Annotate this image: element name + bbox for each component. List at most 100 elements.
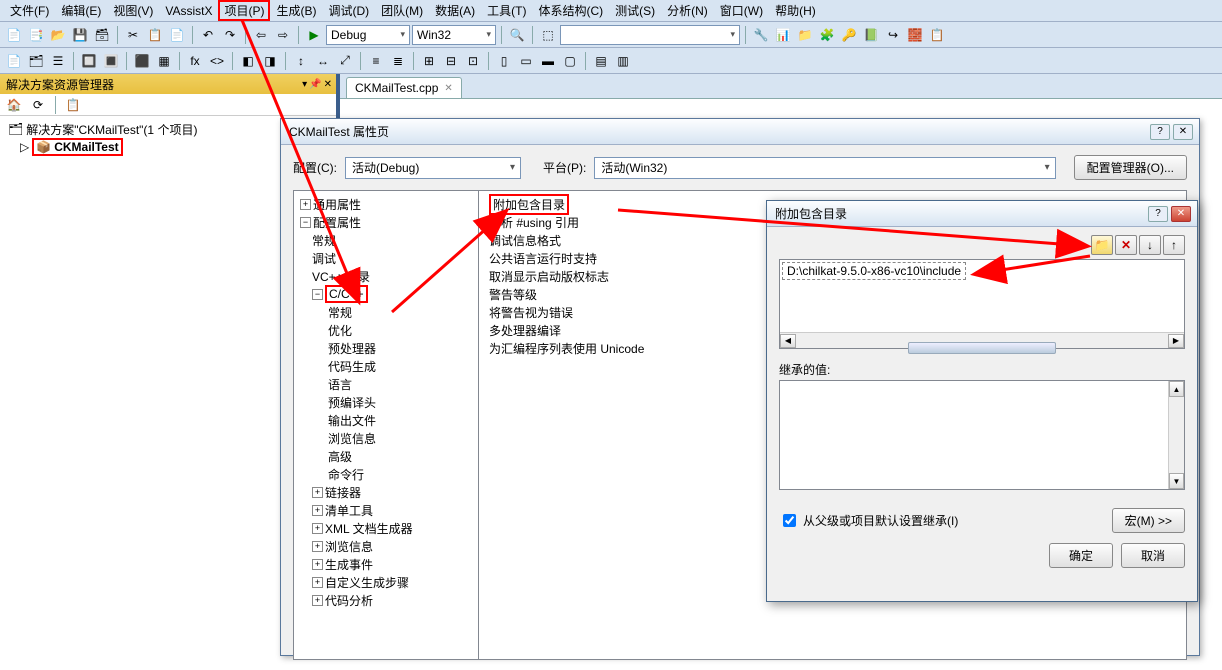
- tree-ccpp-browse[interactable]: 浏览信息: [294, 429, 478, 447]
- t2-t[interactable]: ▯: [494, 51, 514, 71]
- panel-dropdown-icon[interactable]: ▾: [302, 79, 307, 90]
- tree-build[interactable]: +生成事件: [294, 555, 478, 573]
- menu-team[interactable]: 团队(M): [375, 0, 429, 21]
- scroll-down-icon[interactable]: ▼: [1169, 473, 1184, 489]
- v-scrollbar[interactable]: ▲ ▼: [1168, 381, 1184, 489]
- t2-m[interactable]: ↔: [313, 51, 333, 71]
- tool-btn-d[interactable]: 🧩: [817, 25, 837, 45]
- incdlg-help-button[interactable]: ?: [1148, 206, 1168, 222]
- add-item-button[interactable]: 📑: [26, 25, 46, 45]
- new-folder-button[interactable]: 📁: [1091, 235, 1113, 255]
- incdlg-close-button[interactable]: ✕: [1171, 206, 1191, 222]
- tree-ccpp-lang[interactable]: 语言: [294, 375, 478, 393]
- cut-button[interactable]: ✂: [123, 25, 143, 45]
- t2-k[interactable]: ◨: [260, 51, 280, 71]
- menu-debug[interactable]: 调试(D): [322, 0, 375, 21]
- close-icon[interactable]: ✕: [444, 83, 452, 94]
- tree-vcpp-dirs[interactable]: VC++ 目录: [294, 267, 478, 285]
- tool-btn-b[interactable]: 📊: [773, 25, 793, 45]
- tool-btn-f[interactable]: 📗: [861, 25, 881, 45]
- tool-btn-a[interactable]: 🔧: [751, 25, 771, 45]
- menu-tools[interactable]: 工具(T): [481, 0, 532, 21]
- cancel-button[interactable]: 取消: [1121, 543, 1185, 568]
- t2-j[interactable]: ◧: [238, 51, 258, 71]
- tree-ccpp-output[interactable]: 输出文件: [294, 411, 478, 429]
- tree-general[interactable]: 常规: [294, 231, 478, 249]
- t2-u[interactable]: ▭: [516, 51, 536, 71]
- t2-n[interactable]: ⤢: [335, 51, 355, 71]
- tool-btn-c[interactable]: 📁: [795, 25, 815, 45]
- t2-b[interactable]: 🗂: [26, 51, 46, 71]
- tree-ccpp-general[interactable]: 常规: [294, 303, 478, 321]
- panel-close-icon[interactable]: ✕: [324, 79, 332, 90]
- tool-btn-g[interactable]: ↪: [883, 25, 903, 45]
- menu-help[interactable]: 帮助(H): [769, 0, 822, 21]
- scroll-left-icon[interactable]: ◀: [780, 334, 796, 348]
- open-button[interactable]: 📂: [48, 25, 68, 45]
- menu-data[interactable]: 数据(A): [429, 0, 481, 21]
- move-down-button[interactable]: ↓: [1139, 235, 1161, 255]
- inherit-checkbox[interactable]: [783, 514, 796, 527]
- menu-build[interactable]: 生成(B): [270, 0, 322, 21]
- redo-button[interactable]: ↷: [220, 25, 240, 45]
- t2-s[interactable]: ⊡: [463, 51, 483, 71]
- tree-xml[interactable]: +XML 文档生成器: [294, 519, 478, 537]
- t2-d[interactable]: 🔲: [79, 51, 99, 71]
- t2-w[interactable]: ▢: [560, 51, 580, 71]
- paste-button[interactable]: 📄: [167, 25, 187, 45]
- macros-button[interactable]: 宏(M) >>: [1112, 508, 1185, 533]
- save-button[interactable]: 💾: [70, 25, 90, 45]
- menu-arch[interactable]: 体系结构(C): [532, 0, 609, 21]
- menu-project[interactable]: 项目(P): [218, 0, 270, 21]
- menu-file[interactable]: 文件(F): [4, 0, 55, 21]
- platform-dropdown[interactable]: 活动(Win32): [594, 157, 1055, 179]
- tree-config-props[interactable]: −配置属性: [294, 213, 478, 231]
- t2-i[interactable]: <>: [207, 51, 227, 71]
- scroll-thumb[interactable]: [908, 342, 1057, 354]
- help-button[interactable]: ?: [1150, 124, 1170, 140]
- tree-common-props[interactable]: +通用属性: [294, 195, 478, 213]
- t2-r[interactable]: ⊟: [441, 51, 461, 71]
- sln-tool-a[interactable]: 🏠: [4, 95, 24, 115]
- menu-vassistx[interactable]: VAssistX: [159, 2, 218, 20]
- tree-ccpp-prep[interactable]: 预处理器: [294, 339, 478, 357]
- t2-p[interactable]: ≣: [388, 51, 408, 71]
- tree-linker[interactable]: +链接器: [294, 483, 478, 501]
- t2-q[interactable]: ⊞: [419, 51, 439, 71]
- expander-icon[interactable]: ▷: [20, 140, 29, 154]
- config-combo[interactable]: Debug: [326, 25, 410, 45]
- property-tree[interactable]: +通用属性 −配置属性 常规 调试 VC++ 目录 −C/C++ 常规 优化 预…: [293, 190, 479, 660]
- tree-ccpp-adv[interactable]: 高级: [294, 447, 478, 465]
- incdlg-titlebar[interactable]: 附加包含目录 ? ✕: [767, 201, 1197, 227]
- tree-manifest[interactable]: +清单工具: [294, 501, 478, 519]
- t2-x[interactable]: ▤: [591, 51, 611, 71]
- tool-btn-i[interactable]: 📋: [927, 25, 947, 45]
- sln-tool-b[interactable]: ⟳: [28, 95, 48, 115]
- tree-ccpp-opt[interactable]: 优化: [294, 321, 478, 339]
- tree-codeanalysis[interactable]: +代码分析: [294, 591, 478, 609]
- menu-analyze[interactable]: 分析(N): [661, 0, 714, 21]
- tree-debug[interactable]: 调试: [294, 249, 478, 267]
- tool-btn-h[interactable]: 🧱: [905, 25, 925, 45]
- nav-fwd-button[interactable]: ⇨: [273, 25, 293, 45]
- tree-ccpp-cmd[interactable]: 命令行: [294, 465, 478, 483]
- menu-test[interactable]: 测试(S): [609, 0, 661, 21]
- t2-g[interactable]: ▦: [154, 51, 174, 71]
- t2-v[interactable]: ▬: [538, 51, 558, 71]
- undo-button[interactable]: ↶: [198, 25, 218, 45]
- tree-ccpp[interactable]: −C/C++: [294, 285, 478, 303]
- save-all-button[interactable]: 🗃: [92, 25, 112, 45]
- menu-edit[interactable]: 编辑(E): [55, 0, 107, 21]
- t2-l[interactable]: ↕: [291, 51, 311, 71]
- close-button[interactable]: ✕: [1173, 124, 1193, 140]
- start-debug-button[interactable]: ▶: [304, 25, 324, 45]
- config-dropdown[interactable]: 活动(Debug): [345, 157, 521, 179]
- platform-combo[interactable]: Win32: [412, 25, 496, 45]
- t2-h[interactable]: fx: [185, 51, 205, 71]
- menu-window[interactable]: 窗口(W): [714, 0, 769, 21]
- tree-browse[interactable]: +浏览信息: [294, 537, 478, 555]
- ok-button[interactable]: 确定: [1049, 543, 1113, 568]
- copy-button[interactable]: 📋: [145, 25, 165, 45]
- scroll-right-icon[interactable]: ▶: [1168, 334, 1184, 348]
- tree-ccpp-pch[interactable]: 预编译头: [294, 393, 478, 411]
